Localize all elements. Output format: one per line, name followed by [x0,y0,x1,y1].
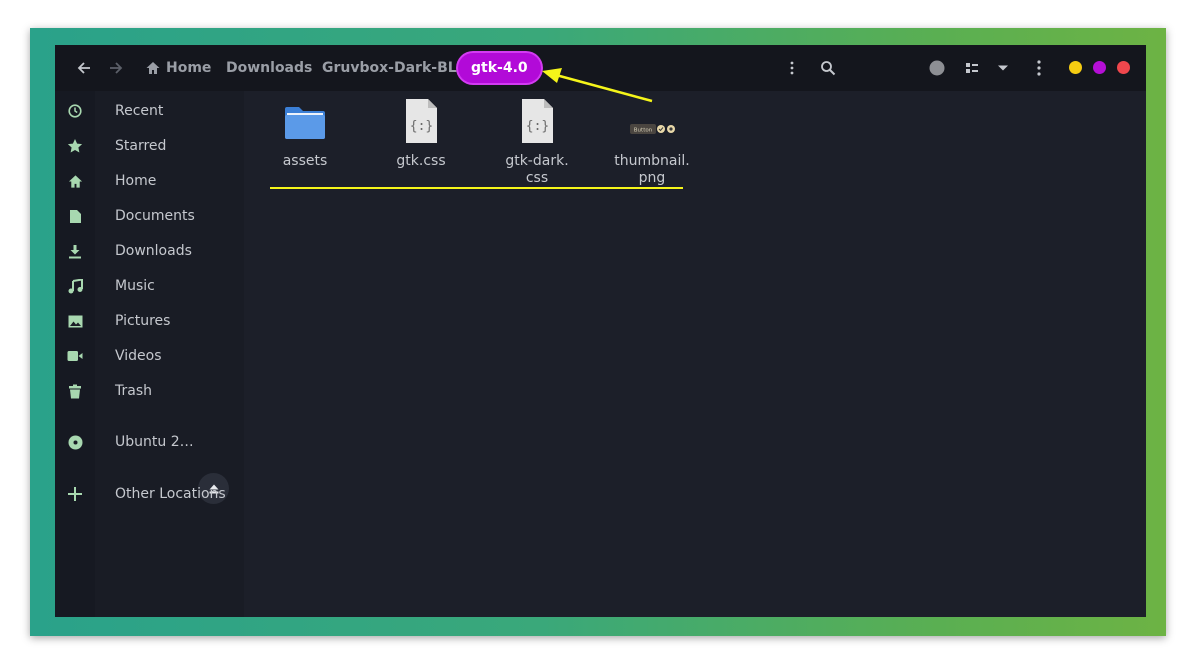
vertical-dots-icon [790,61,794,75]
forward-button[interactable] [104,56,128,80]
sidebar-item-label: Other Locations [115,486,226,502]
svg-text:{:}: {:} [526,119,549,134]
breadcrumb-home[interactable]: Home [166,59,211,77]
sidebar-item-videos[interactable]: Videos [55,341,244,371]
breadcrumb-downloads[interactable]: Downloads [226,59,312,77]
sidebar-item-recent[interactable]: Recent [55,96,244,126]
image-thumbnail-icon: Button [630,124,675,134]
home-icon [146,62,160,74]
sidebar-item-label: Recent [115,103,164,119]
music-icon [65,276,85,296]
disc-icon [65,432,85,452]
back-button[interactable] [72,56,96,80]
css-file-icon: {:} [406,99,437,143]
svg-text:{:}: {:} [410,119,433,134]
list-view-icon [966,63,978,73]
sidebar-item-label: Ubuntu 2… [115,434,194,450]
search-icon [821,61,836,76]
circle-icon [929,60,945,76]
sidebar-item-label: Videos [115,348,162,364]
clock-icon [65,101,85,121]
view-toggle-button[interactable] [960,56,984,80]
sidebar: Recent Starred Home Documents Downloads … [55,91,244,617]
sidebar-item-starred[interactable]: Starred [55,131,244,161]
sidebar-item-pictures[interactable]: Pictures [55,306,244,336]
minimize-button[interactable] [1069,61,1082,74]
search-button[interactable] [816,56,840,80]
home-crumb-icon [141,56,165,80]
video-icon [65,346,85,366]
arrow-left-icon [77,62,90,74]
picture-icon [65,311,85,331]
file-name: gtk.css [396,153,446,169]
document-icon [65,206,85,226]
sidebar-item-documents[interactable]: Documents [55,201,244,231]
main-menu-button[interactable] [1027,56,1051,80]
sidebar-item-other-locations[interactable]: Other Locations [55,479,244,509]
sidebar-item-label: Starred [115,138,167,154]
view-options-button[interactable] [991,56,1015,80]
sidebar-item-trash[interactable]: Trash [55,376,244,406]
close-button[interactable] [1117,61,1130,74]
sidebar-item-label: Documents [115,208,195,224]
sidebar-item-label: Pictures [115,313,171,329]
file-name: thumbnail. png [614,153,690,186]
sidebar-device-ubuntu[interactable]: Ubuntu 2… [55,427,244,457]
file-name: gtk-dark. css [505,153,569,186]
star-icon [65,136,85,156]
path-menu-button[interactable] [780,56,804,80]
trash-icon [65,381,85,401]
sidebar-item-label: Trash [115,383,152,399]
status-indicator[interactable] [925,56,949,80]
breadcrumb-gtk-4-0[interactable]: gtk-4.0 [458,53,541,83]
css-file-icon: {:} [522,99,553,143]
arrow-right-icon [110,62,123,74]
sidebar-item-label: Home [115,173,157,189]
plus-icon [65,484,85,504]
maximize-button[interactable] [1093,61,1106,74]
folder-icon [285,107,325,139]
chevron-down-icon [998,65,1008,71]
header-bar: Home Downloads Gruvbox-Dark-BL gtk-4.0 [55,45,1146,91]
sidebar-item-label: Downloads [115,243,192,259]
sidebar-item-label: Music [115,278,155,294]
sidebar-item-music[interactable]: Music [55,271,244,301]
breadcrumb-gruvbox-dark-bl[interactable]: Gruvbox-Dark-BL [322,59,457,77]
file-name: assets [282,153,328,169]
sidebar-item-downloads[interactable]: Downloads [55,236,244,266]
home-icon [65,171,85,191]
sidebar-item-home[interactable]: Home [55,166,244,196]
download-icon [65,241,85,261]
file-view: assets {:} gtk.css {:} gtk-dark. css But… [244,91,1146,617]
file-manager-window: Home Downloads Gruvbox-Dark-BL gtk-4.0 R… [55,45,1146,617]
vertical-dots-icon [1037,60,1041,76]
thumbnail-button-text: Button [634,128,653,134]
